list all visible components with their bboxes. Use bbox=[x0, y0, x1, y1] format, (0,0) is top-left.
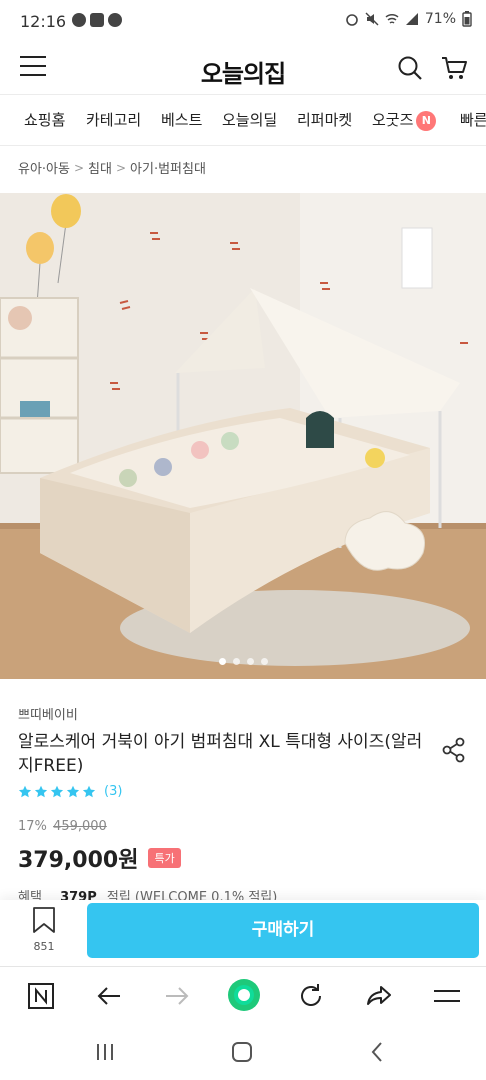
hamburger-icon[interactable] bbox=[20, 56, 46, 78]
system-status: 71% bbox=[345, 11, 472, 27]
tab-refurb-market[interactable]: 리퍼마켓 bbox=[297, 109, 352, 130]
breadcrumb-item[interactable]: 유아·아동 bbox=[18, 158, 70, 177]
new-badge: N bbox=[416, 111, 437, 131]
battery-level: 71% bbox=[424, 11, 456, 27]
tab-shopping-home[interactable]: 쇼핑홈 bbox=[24, 109, 65, 130]
carousel-dots bbox=[0, 658, 486, 665]
star-icon bbox=[34, 785, 48, 797]
search-icon[interactable] bbox=[396, 54, 424, 82]
browser-toolbar bbox=[0, 966, 486, 1025]
discount-rate: 17% bbox=[18, 819, 47, 834]
wifi-icon bbox=[385, 13, 399, 24]
naver-icon[interactable] bbox=[26, 981, 56, 1011]
bookmark-button[interactable]: 851 bbox=[26, 906, 62, 953]
special-badge: 특가 bbox=[148, 848, 181, 868]
chevron-right-icon: > bbox=[115, 160, 127, 175]
buy-button[interactable]: 구매하기 bbox=[87, 903, 479, 958]
app-header: 오늘의집 bbox=[0, 44, 486, 94]
category-tabs: 쇼핑홈 카테고리 베스트 오늘의딜 리퍼마켓 오굿즈 N 빠른 bbox=[0, 94, 486, 146]
carousel-dot[interactable] bbox=[260, 658, 268, 665]
tab-best[interactable]: 베스트 bbox=[161, 109, 202, 130]
recent-apps-icon[interactable] bbox=[93, 1040, 117, 1064]
bookmark-count: 851 bbox=[33, 940, 55, 953]
home-icon[interactable] bbox=[230, 1040, 254, 1064]
star-icon bbox=[66, 785, 80, 797]
tab-o-goods-label: 오굿즈 bbox=[372, 111, 414, 129]
product-title: 알로스케어 거북이 아기 범퍼침대 XL 특대형 사이즈(알러지FREE) bbox=[18, 732, 423, 776]
brand-name[interactable]: 쁘띠베이비 bbox=[18, 704, 78, 723]
product-image[interactable] bbox=[0, 193, 486, 679]
tab-category[interactable]: 카테고리 bbox=[86, 109, 141, 130]
carousel-dot[interactable] bbox=[232, 658, 240, 665]
breadcrumb-item[interactable]: 침대 bbox=[88, 158, 112, 177]
sale-price: 379,000원 bbox=[18, 848, 139, 873]
back-arrow-icon[interactable] bbox=[94, 981, 124, 1011]
mute-icon bbox=[365, 12, 379, 26]
star-icon bbox=[18, 785, 32, 797]
app-notification-icon bbox=[108, 13, 122, 27]
battery-icon bbox=[462, 11, 472, 27]
back-icon[interactable] bbox=[366, 1040, 390, 1064]
tab-fast[interactable]: 빠른 bbox=[460, 109, 486, 130]
breadcrumb-item[interactable]: 아기·범퍼침대 bbox=[130, 158, 206, 177]
star-icon bbox=[50, 785, 64, 797]
alarm-icon bbox=[346, 14, 358, 26]
system-navigation bbox=[0, 1024, 486, 1080]
notification-icons bbox=[72, 13, 122, 27]
star-icon bbox=[82, 785, 96, 797]
share-icon[interactable] bbox=[440, 736, 468, 764]
status-bar: 12:16 71% bbox=[0, 0, 486, 44]
app-notification-icon bbox=[72, 13, 86, 27]
refresh-icon[interactable] bbox=[296, 981, 326, 1011]
tab-todays-deal[interactable]: 오늘의딜 bbox=[222, 109, 277, 130]
carousel-dot[interactable] bbox=[218, 658, 226, 665]
chevron-right-icon: > bbox=[73, 160, 85, 175]
app-notification-icon bbox=[90, 13, 104, 27]
carousel-dot[interactable] bbox=[246, 658, 254, 665]
rating[interactable]: (3) bbox=[18, 784, 122, 799]
signal-icon bbox=[405, 13, 418, 25]
share-arrow-icon[interactable] bbox=[364, 981, 394, 1011]
forward-arrow-icon[interactable] bbox=[162, 981, 192, 1011]
tab-o-goods[interactable]: 오굿즈 N bbox=[372, 109, 437, 131]
breadcrumb: 유아·아동 > 침대 > 아기·범퍼침대 bbox=[18, 158, 206, 178]
bookmark-icon bbox=[33, 907, 55, 933]
menu-icon[interactable] bbox=[432, 981, 462, 1011]
green-dot-icon[interactable] bbox=[226, 977, 262, 1013]
price-row: 379,000원 특가 bbox=[18, 842, 181, 874]
discount-row: 17% 459,000 bbox=[18, 819, 107, 834]
status-time: 12:16 bbox=[20, 12, 67, 31]
cart-icon[interactable] bbox=[440, 54, 468, 82]
review-count[interactable]: (3) bbox=[104, 784, 122, 799]
original-price: 459,000 bbox=[53, 819, 107, 834]
